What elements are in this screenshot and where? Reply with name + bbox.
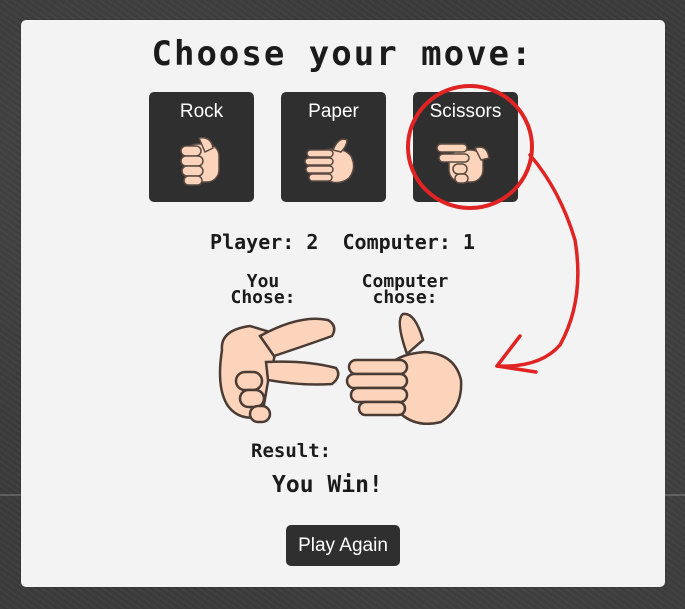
player-choice-label-line2: Chose: <box>230 287 296 308</box>
result-label: Result: <box>251 440 332 462</box>
scissors-button[interactable]: Scissors <box>413 92 518 202</box>
player-choice-label: You Chose: <box>213 273 313 308</box>
paper-hand-icon <box>303 130 365 192</box>
player-choice-scissors-icon <box>210 310 350 430</box>
scissors-button-label: Scissors <box>429 101 502 122</box>
score-display: Player: 2 Computer: 1 <box>210 230 475 254</box>
rock-button[interactable]: Rock <box>149 92 254 202</box>
result-value: You Win! <box>272 472 383 498</box>
scissors-hand-icon <box>435 130 497 192</box>
page-title: Choose your move: <box>151 34 534 74</box>
rock-hand-icon <box>171 130 233 192</box>
rock-button-label: Rock <box>179 101 224 122</box>
computer-choice-paper-icon <box>345 310 485 430</box>
computer-choice-label-line2: chose: <box>372 287 438 308</box>
play-again-button[interactable]: Play Again <box>286 525 400 566</box>
paper-button[interactable]: Paper <box>281 92 386 202</box>
paper-button-label: Paper <box>308 101 359 122</box>
computer-choice-label: Computer chose: <box>335 273 475 308</box>
